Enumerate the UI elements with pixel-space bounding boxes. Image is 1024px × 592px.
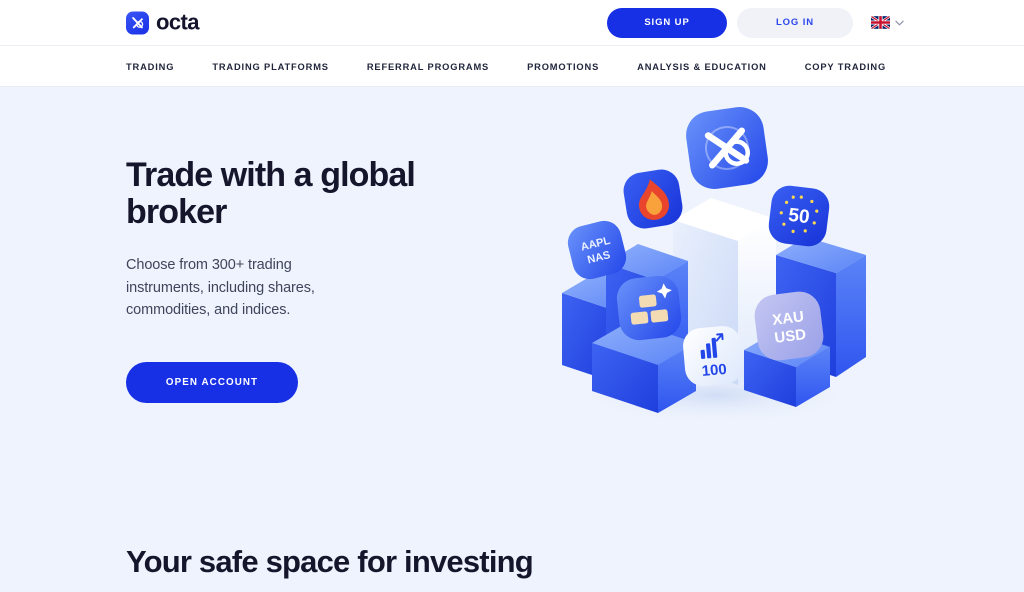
language-selector[interactable] [871, 16, 904, 29]
main-navigation: TRADING TRADING PLATFORMS REFERRAL PROGR… [0, 46, 1024, 87]
uk-flag-icon [871, 16, 890, 29]
octa-logo-mark-icon [126, 11, 149, 34]
hero-title: Trade with a global broker [126, 156, 416, 231]
nav-items: TRADING TRADING PLATFORMS REFERRAL PROGR… [126, 46, 886, 87]
nav-item-trading[interactable]: TRADING [126, 62, 174, 72]
top-bar: octa SIGN UP LOG IN [0, 0, 1024, 46]
nav-item-referral-programs[interactable]: REFERRAL PROGRAMS [367, 62, 489, 72]
svg-text:50: 50 [787, 205, 811, 228]
hero-illustration: AAPL NAS 50 XAU USD 100 [548, 95, 878, 425]
page-root: octa SIGN UP LOG IN TRADING TRADING PLAT… [0, 0, 1024, 592]
hero-copy: Trade with a global broker Choose from 3… [126, 157, 456, 403]
top-bar-actions: SIGN UP LOG IN [607, 7, 904, 38]
tile-flame-icon [623, 169, 683, 229]
open-account-button[interactable]: OPEN ACCOUNT [126, 361, 298, 403]
nav-item-promotions[interactable]: PROMOTIONS [527, 62, 599, 72]
nav-item-trading-platforms[interactable]: TRADING PLATFORMS [212, 62, 329, 72]
tile-globe-icon [686, 107, 768, 189]
brand-name: octa [156, 9, 199, 35]
tile-xau-usd: XAU USD [754, 291, 824, 361]
tile-gold-bars-icon [616, 275, 682, 341]
brand-logo[interactable]: octa [126, 11, 199, 34]
chevron-down-icon [895, 20, 904, 26]
nav-item-analysis-education[interactable]: ANALYSIS & EDUCATION [637, 62, 767, 72]
svg-text:100: 100 [701, 361, 727, 380]
nav-item-copy-trading[interactable]: COPY TRADING [805, 62, 886, 72]
tile-eu-50: 50 [768, 185, 830, 247]
log-in-button[interactable]: LOG IN [737, 7, 853, 38]
section-title: Your safe space for investing [126, 544, 534, 579]
tile-chart-100: 100 [683, 326, 743, 386]
sign-up-button[interactable]: SIGN UP [607, 7, 727, 38]
hero-section: Trade with a global broker Choose from 3… [0, 87, 1024, 507]
hero-subtitle: Choose from 300+ trading instruments, in… [126, 257, 315, 319]
safe-space-section: Your safe space for investing [0, 507, 1024, 592]
